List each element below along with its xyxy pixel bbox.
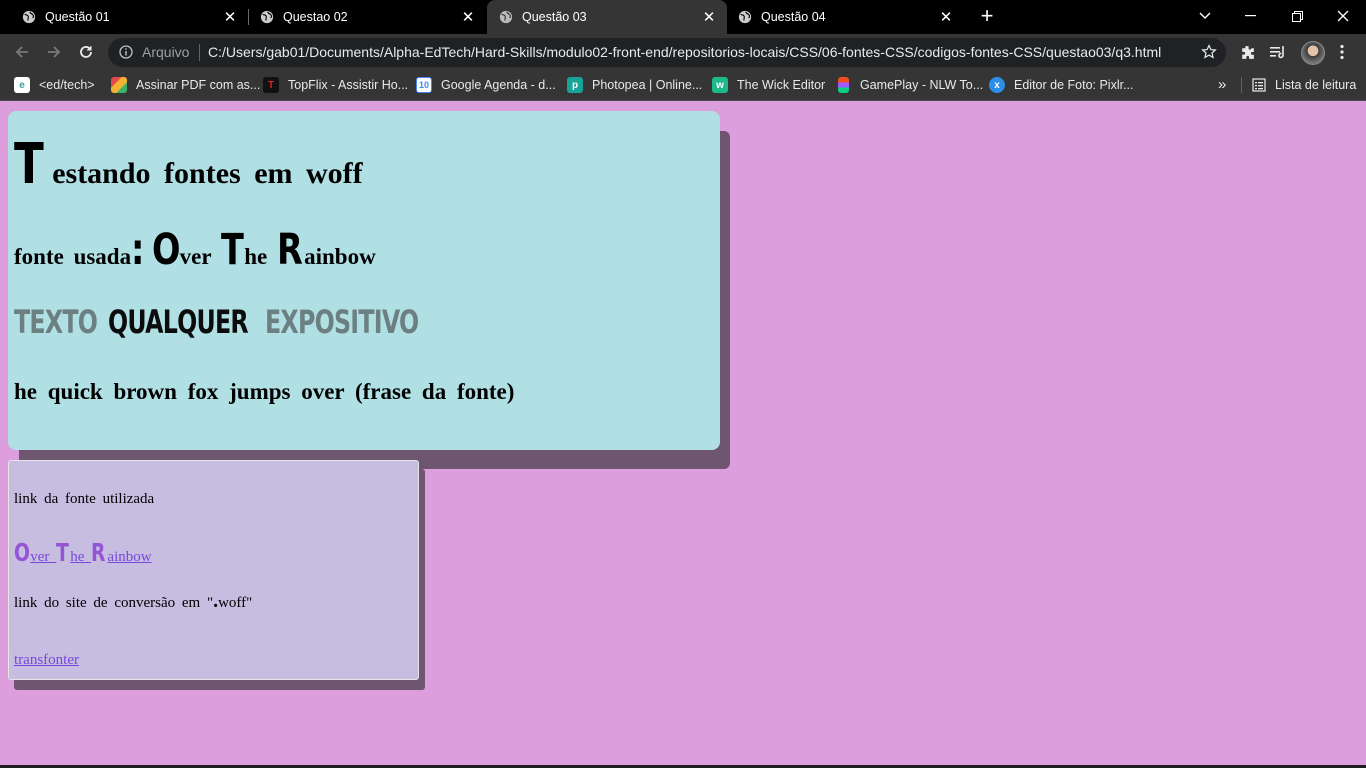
tab-strip: Questão 01 ✕ Questao 02 ✕ Questão 03 ✕ Q… — [0, 0, 1366, 34]
bookmark-label: Google Agenda - d... — [441, 78, 556, 92]
scheme-label: Arquivo — [142, 44, 190, 60]
reading-list-label: Lista de leitura — [1275, 78, 1357, 92]
decorative-capital: O — [152, 225, 181, 275]
heading-quick-brown-fox: he quick brown fox jumps over (frase da … — [14, 379, 515, 404]
close-window-icon[interactable] — [1331, 5, 1355, 27]
browser-toolbar: Arquivo C:/Users/gab01/Documents/Alpha-E… — [0, 34, 1366, 70]
bookmark-gameplay[interactable]: GamePlay - NLW To... — [835, 70, 983, 100]
site-link-label: link do site de conversão em ".woff" — [14, 591, 253, 612]
photopea-icon: p — [567, 77, 583, 93]
bookmark-photopea[interactable]: p Photopea | Online... — [567, 70, 702, 100]
tab-title: Questão 03 — [522, 10, 587, 24]
heading-testando-fontes: Testando fontes em woff — [14, 132, 363, 197]
profile-avatar[interactable] — [1301, 41, 1325, 65]
decorative-word: TEXTO — [14, 303, 98, 341]
heading-text: estando fontes em woff — [52, 157, 363, 190]
new-tab-button[interactable]: + — [976, 5, 998, 28]
url-text[interactable]: C:/Users/gab01/Documents/Alpha-EdTech/Ha… — [208, 44, 1161, 60]
heading-text: ainbow — [304, 244, 376, 269]
bookmark-label: Photopea | Online... — [592, 78, 703, 92]
globe-icon — [22, 10, 36, 24]
topflix-icon: T — [263, 77, 279, 93]
calendar-icon: 10 — [416, 77, 432, 93]
forward-icon[interactable] — [44, 42, 64, 62]
bookmark-edtech[interactable]: e <ed/tech> — [14, 70, 95, 100]
address-bar[interactable]: Arquivo C:/Users/gab01/Documents/Alpha-E… — [108, 38, 1226, 67]
decorative-capital: T — [220, 225, 244, 275]
close-icon[interactable]: ✕ — [938, 9, 954, 26]
edtech-icon: e — [14, 77, 30, 93]
tab-title: Questão 04 — [761, 10, 826, 24]
transfonter-link[interactable]: transfonter — [14, 652, 79, 669]
tab-title: Questão 01 — [45, 10, 110, 24]
decorative-capital: R — [91, 538, 106, 567]
bookmark-google-agenda[interactable]: 10 Google Agenda - d... — [416, 70, 556, 100]
decorative-colon: : — [131, 225, 145, 275]
bookmark-label: Editor de Foto: Pixlr... — [1014, 78, 1134, 92]
bookmark-topflix[interactable]: T TopFlix - Assistir Ho... — [263, 70, 408, 100]
tab-search-icon[interactable] — [1193, 5, 1217, 27]
extensions-icon[interactable] — [1238, 43, 1256, 61]
omnibox-divider — [199, 44, 200, 61]
tab-questao-04[interactable]: Questão 04 ✕ — [716, 0, 964, 34]
globe-icon — [260, 10, 274, 24]
bookmark-label: The Wick Editor — [737, 78, 826, 92]
label-text: woff" — [218, 595, 253, 611]
link-text: he — [70, 549, 85, 565]
wick-icon: w — [712, 77, 728, 93]
reading-list-button[interactable]: Lista de leitura — [1252, 70, 1356, 100]
minimize-icon[interactable] — [1238, 5, 1262, 27]
link-text: ainbow — [107, 549, 152, 565]
tab-title: Questao 02 — [283, 10, 348, 24]
menu-icon[interactable] — [1333, 43, 1351, 61]
bookmark-label: GamePlay - NLW To... — [860, 78, 984, 92]
restore-icon[interactable] — [1285, 5, 1309, 27]
heading-texto-qualquer: TEXTO QUALQUER EXPOSITIVO — [14, 303, 473, 341]
bookmark-assinar-pdf[interactable]: Assinar PDF com as... — [111, 70, 260, 100]
globe-icon — [499, 10, 513, 24]
bookmarks-bar: e <ed/tech> Assinar PDF com as... T TopF… — [0, 70, 1366, 101]
bookmark-wick-editor[interactable]: w The Wick Editor — [712, 70, 825, 100]
close-icon[interactable]: ✕ — [222, 9, 238, 26]
decorative-capital: T — [56, 538, 69, 567]
over-the-rainbow-link[interactable]: Over The Rainbow — [14, 538, 152, 567]
bookmark-pixlr[interactable]: x Editor de Foto: Pixlr... — [989, 70, 1134, 100]
heading-text: ver — [179, 244, 212, 269]
heading-fonte-usada: fonte usada: Over The Rainbow — [14, 225, 376, 275]
reload-icon[interactable] — [76, 42, 96, 62]
back-icon[interactable] — [12, 42, 32, 62]
bookmark-label: <ed/tech> — [39, 78, 95, 92]
tab-questao-03[interactable]: Questão 03 ✕ — [487, 0, 727, 34]
tab-questao-02[interactable]: Questao 02 ✕ — [238, 0, 486, 34]
more-bookmarks-icon[interactable]: » — [1218, 76, 1226, 93]
font-link-label: link da fonte utilizada — [14, 491, 155, 507]
decorative-word: EXPOSITIVO — [265, 303, 419, 341]
reading-list-icon — [1252, 78, 1266, 92]
bookmarks-divider — [1241, 77, 1242, 93]
figma-icon — [838, 77, 849, 93]
decorative-capital: R — [276, 225, 303, 275]
globe-icon — [738, 10, 752, 24]
bookmark-label: TopFlix - Assistir Ho... — [288, 78, 409, 92]
decorative-word: QUALQUER — [108, 303, 249, 341]
media-control-icon[interactable] — [1269, 43, 1287, 61]
bookmark-label: Assinar PDF com as... — [136, 78, 261, 92]
pdf-sign-icon — [111, 77, 127, 93]
close-icon[interactable]: ✕ — [701, 9, 717, 26]
pixlr-icon: x — [989, 77, 1005, 93]
close-icon[interactable]: ✕ — [460, 9, 476, 26]
link-text: ver — [30, 549, 50, 565]
heading-text: fonte usada — [14, 244, 132, 269]
decorative-capital: T — [14, 132, 44, 197]
bookmark-star-icon[interactable] — [1201, 44, 1217, 60]
heading-text: he — [244, 244, 268, 269]
info-icon[interactable] — [119, 45, 133, 59]
decorative-capital: O — [14, 538, 30, 567]
label-text: link do site de conversão em " — [14, 595, 214, 611]
tab-questao-01[interactable]: Questão 01 ✕ — [0, 0, 248, 34]
